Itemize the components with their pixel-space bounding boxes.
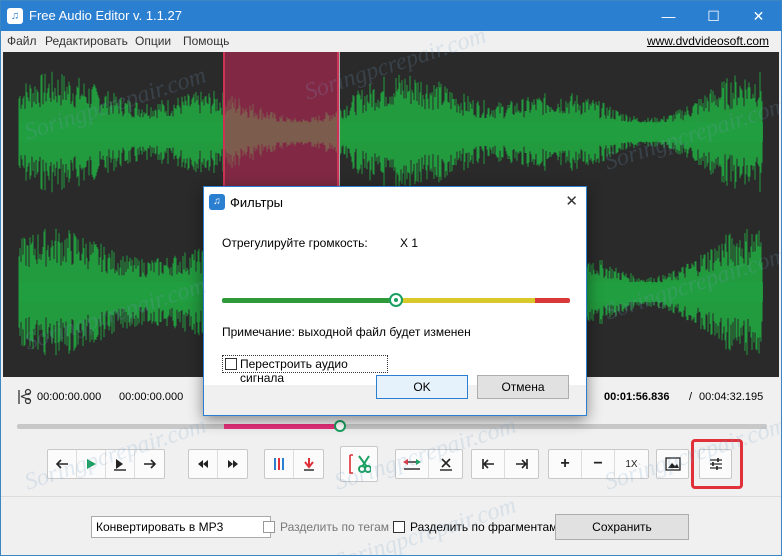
split-by-tags-checkbox[interactable] bbox=[263, 521, 275, 533]
volume-track-red bbox=[535, 298, 570, 303]
zoom-group: + − 1X bbox=[548, 449, 649, 479]
split-by-fragments-label: Разделить по фрагментам bbox=[410, 520, 558, 534]
window-title: Free Audio Editor v. 1.1.27 bbox=[29, 8, 182, 23]
minimize-button[interactable]: — bbox=[646, 1, 691, 31]
format-select-value: Конвертировать в MP3 bbox=[96, 520, 224, 534]
position-slider-fill bbox=[224, 424, 340, 429]
maximize-button[interactable]: ☐ bbox=[691, 1, 736, 31]
close-button[interactable]: ✕ bbox=[736, 1, 781, 31]
menu-bar: Файл Редактировать Опции Помощь www.dvdv… bbox=[1, 31, 781, 51]
navigation-group bbox=[188, 449, 248, 479]
marker-group bbox=[264, 449, 324, 479]
menu-help[interactable]: Помощь bbox=[183, 34, 229, 48]
split-by-tags-label: Разделить по тегам bbox=[280, 520, 390, 534]
back-arrow-icon[interactable] bbox=[48, 450, 77, 478]
main-window: ♫ Free Audio Editor v. 1.1.27 — ☐ ✕ Файл… bbox=[0, 0, 782, 556]
volume-value: X 1 bbox=[400, 236, 419, 250]
image-group bbox=[656, 449, 689, 479]
dialog-title-bar: ♫ Фильтры ✕ bbox=[204, 187, 586, 217]
volume-track-green bbox=[222, 298, 396, 303]
app-icon: ♫ bbox=[7, 8, 23, 24]
play-icon[interactable] bbox=[77, 450, 106, 478]
menu-file[interactable]: Файл bbox=[7, 34, 37, 48]
cancel-button[interactable]: Отмена bbox=[477, 375, 569, 399]
current-time: 00:01:56.836 bbox=[604, 391, 670, 403]
scissors-icon[interactable] bbox=[341, 447, 377, 481]
total-time: 00:04:32.195 bbox=[699, 391, 764, 403]
dialog-body: Отрегулируйте громкость: X 1 Примечание:… bbox=[204, 217, 586, 385]
website-link[interactable]: www.dvdvideosoft.com bbox=[647, 34, 769, 48]
bottom-panel: Конвертировать в MP3 Разделить по тегам … bbox=[1, 496, 781, 555]
go-end-icon[interactable] bbox=[505, 450, 538, 478]
step-icon[interactable] bbox=[106, 450, 135, 478]
time-separator: / bbox=[689, 391, 693, 403]
waveform-channel-left bbox=[18, 71, 763, 193]
cut-group bbox=[340, 446, 378, 482]
edit-group bbox=[395, 449, 463, 479]
insert-down-icon[interactable] bbox=[294, 450, 323, 478]
dialog-close-icon[interactable]: ✕ bbox=[565, 192, 578, 210]
volume-track-yellow bbox=[396, 298, 536, 303]
dialog-title: Фильтры bbox=[230, 195, 284, 210]
image-icon[interactable] bbox=[657, 450, 688, 478]
menu-edit[interactable]: Редактировать bbox=[45, 34, 128, 48]
selection-end-time: 00:00:00.000 bbox=[119, 391, 184, 403]
playback-group bbox=[47, 449, 165, 479]
marker-icon[interactable] bbox=[265, 450, 294, 478]
delete-icon[interactable] bbox=[429, 450, 462, 478]
dialog-note: Примечание: выходной файл будет изменен bbox=[222, 325, 471, 339]
filters-dialog: ♫ Фильтры ✕ Отрегулируйте громкость: X 1… bbox=[203, 186, 587, 416]
control-toolbar: + − 1X bbox=[1, 446, 781, 486]
prev-icon[interactable] bbox=[189, 450, 218, 478]
rebuild-checkbox-label: Перестроить аудио сигнала bbox=[240, 357, 348, 385]
save-button[interactable]: Сохранить bbox=[555, 514, 689, 540]
filters-highlight bbox=[691, 439, 743, 489]
zoom-level-label[interactable]: 1X bbox=[615, 450, 648, 478]
split-by-fragments-checkbox[interactable] bbox=[393, 521, 405, 533]
volume-label: Отрегулируйте громкость: bbox=[222, 236, 368, 250]
split-icon[interactable] bbox=[396, 450, 429, 478]
title-bar: ♫ Free Audio Editor v. 1.1.27 — ☐ ✕ bbox=[1, 1, 781, 31]
forward-arrow-icon[interactable] bbox=[135, 450, 164, 478]
scissors-cut-icon bbox=[18, 388, 32, 404]
jump-group bbox=[471, 449, 539, 479]
position-slider[interactable] bbox=[17, 420, 767, 432]
rebuild-checkbox-focus: Перестроить аудио сигнала bbox=[222, 355, 388, 385]
zoom-in-button[interactable]: + bbox=[549, 450, 582, 478]
dialog-footer: OK Отмена bbox=[204, 375, 586, 415]
go-start-icon[interactable] bbox=[472, 450, 505, 478]
position-slider-knob[interactable] bbox=[333, 420, 346, 432]
dialog-app-icon: ♫ bbox=[209, 194, 225, 210]
menu-options[interactable]: Опции bbox=[135, 34, 171, 48]
rebuild-checkbox[interactable] bbox=[225, 358, 237, 370]
selection-start-time: 00:00:00.000 bbox=[37, 391, 102, 403]
zoom-out-button[interactable]: − bbox=[582, 450, 615, 478]
next-icon[interactable] bbox=[218, 450, 247, 478]
format-select[interactable]: Конвертировать в MP3 bbox=[91, 516, 271, 538]
volume-slider-knob[interactable] bbox=[389, 293, 403, 307]
ok-button[interactable]: OK bbox=[376, 375, 468, 399]
